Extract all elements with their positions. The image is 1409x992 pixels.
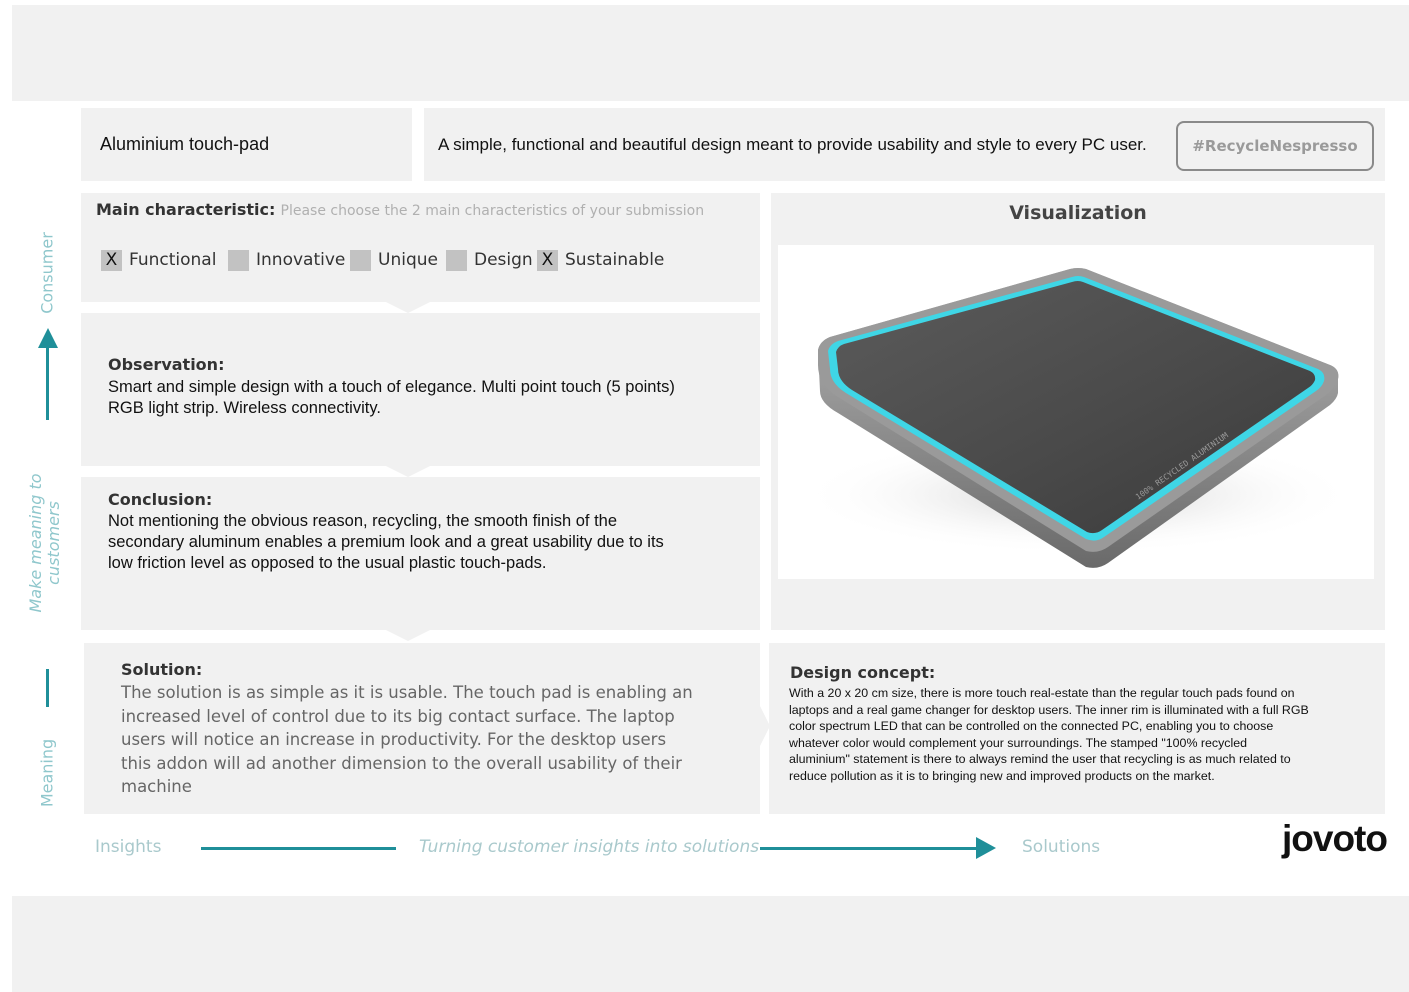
conclusion-line: low friction level as opposed to the usu… — [108, 554, 547, 572]
flow-line-left — [201, 847, 396, 850]
visualization-box: Visualization 100% RECYCLED ALUMINIUM — [771, 193, 1385, 630]
characteristics-label: Main characteristic: — [96, 200, 276, 219]
observation-text: Smart and simple design with a touch of … — [108, 377, 675, 419]
solution-line: The solution is as simple as it is usabl… — [121, 683, 693, 702]
checkbox-mark: X — [101, 249, 122, 271]
checkbox-label: Unique — [378, 250, 438, 270]
top-band — [12, 5, 1409, 101]
design-concept-line: laptops and a real game changer for desk… — [789, 702, 1309, 717]
checkbox-mark — [446, 249, 467, 271]
conclusion-heading: Conclusion: — [108, 490, 213, 509]
submission-description: A simple, functional and beautiful desig… — [438, 135, 1147, 154]
touchpad-image: 100% RECYCLED ALUMINIUM — [798, 268, 1358, 568]
checkbox-label: Design — [474, 250, 533, 270]
solution-line: this addon will ad another dimension to … — [121, 753, 682, 773]
design-concept-text: With a 20 x 20 cm size, there is more to… — [789, 685, 1309, 785]
flow-notch — [386, 302, 430, 313]
checkbox-mark: X — [537, 249, 558, 271]
design-concept-line: color spectrum LED that can be controlle… — [789, 719, 1274, 734]
characteristics-header: Main characteristic: Please choose the 2… — [96, 200, 704, 219]
characteristics-box: Main characteristic: Please choose the 2… — [81, 193, 760, 302]
conclusion-line: secondary aluminum enables a premium loo… — [108, 533, 664, 551]
make-meaning-line: customers — [44, 501, 63, 585]
design-concept-line: aluminium" statement is there to always … — [789, 752, 1291, 767]
insights-label: Insights — [95, 837, 162, 857]
checkbox-label: Innovative — [256, 250, 346, 270]
tagline: Turning customer insights into solutions — [419, 837, 760, 857]
conclusion-box: Conclusion: Not mentioning the obvious r… — [81, 477, 760, 630]
solution-box: Solution: The solution is as simple as i… — [84, 643, 760, 814]
design-concept-line: whatever color would complement your sur… — [789, 735, 1248, 750]
checkbox-label: Functional — [129, 250, 217, 270]
jovoto-logo: jovoto — [1282, 818, 1388, 859]
flow-notch-right — [760, 706, 770, 746]
design-concept-box: Design concept: With a 20 x 20 cm size, … — [769, 643, 1385, 814]
checkbox-functional[interactable]: X Functional — [101, 249, 216, 271]
meaning-label: Meaning — [37, 738, 57, 808]
design-concept-line: reduce pollution as it is to bringing ne… — [789, 768, 1215, 783]
observation-box: Observation: Smart and simple design wit… — [81, 313, 760, 466]
checkbox-mark — [350, 249, 371, 271]
right-arrow-icon — [976, 837, 996, 859]
solution-line: increased level of control due to its bi… — [121, 706, 675, 726]
observation-heading: Observation: — [108, 355, 225, 374]
design-concept-heading: Design concept: — [790, 663, 936, 682]
checkbox-sustainable[interactable]: X Sustainable — [537, 249, 664, 271]
conclusion-text: Not mentioning the obvious reason, recyc… — [108, 511, 664, 574]
checkbox-innovative[interactable]: Innovative — [228, 249, 345, 271]
checkbox-design[interactable]: Design — [446, 249, 533, 271]
checkbox-unique[interactable]: Unique — [350, 249, 438, 271]
solution-heading: Solution: — [121, 660, 203, 679]
checkbox-label: Sustainable — [565, 250, 665, 270]
flow-notch — [386, 466, 430, 477]
submission-title: Aluminium touch-pad — [100, 134, 270, 154]
conclusion-line: Not mentioning the obvious reason, recyc… — [108, 512, 618, 530]
flow-notch — [386, 630, 430, 641]
product-render: 100% RECYCLED ALUMINIUM — [778, 245, 1374, 579]
flow-line-right — [760, 847, 978, 850]
make-meaning-line: Make meaning to — [26, 473, 45, 613]
solutions-label: Solutions — [1022, 837, 1101, 857]
solution-line: users will notice an increase in product… — [121, 730, 667, 749]
make-meaning-label: Make meaning to customers — [26, 473, 63, 613]
up-arrow-icon — [38, 328, 58, 420]
design-concept-line: With a 20 x 20 cm size, there is more to… — [789, 686, 1295, 700]
title-box: Aluminium touch-pad — [81, 108, 412, 181]
observation-line: RGB light strip. Wireless connectivity. — [108, 399, 381, 417]
hashtag-badge: #RecycleNespresso — [1176, 121, 1374, 171]
solution-text: The solution is as simple as it is usabl… — [121, 681, 693, 799]
visualization-heading: Visualization — [1009, 202, 1147, 224]
observation-line: Smart and simple design with a touch of … — [108, 378, 675, 396]
solution-line: machine — [121, 777, 192, 796]
checkbox-mark — [228, 249, 249, 271]
bottom-band — [12, 896, 1409, 992]
characteristics-hint: Please choose the 2 main characteristics… — [280, 203, 705, 219]
consumer-label: Consumer — [37, 232, 57, 314]
meaning-divider — [46, 669, 49, 707]
